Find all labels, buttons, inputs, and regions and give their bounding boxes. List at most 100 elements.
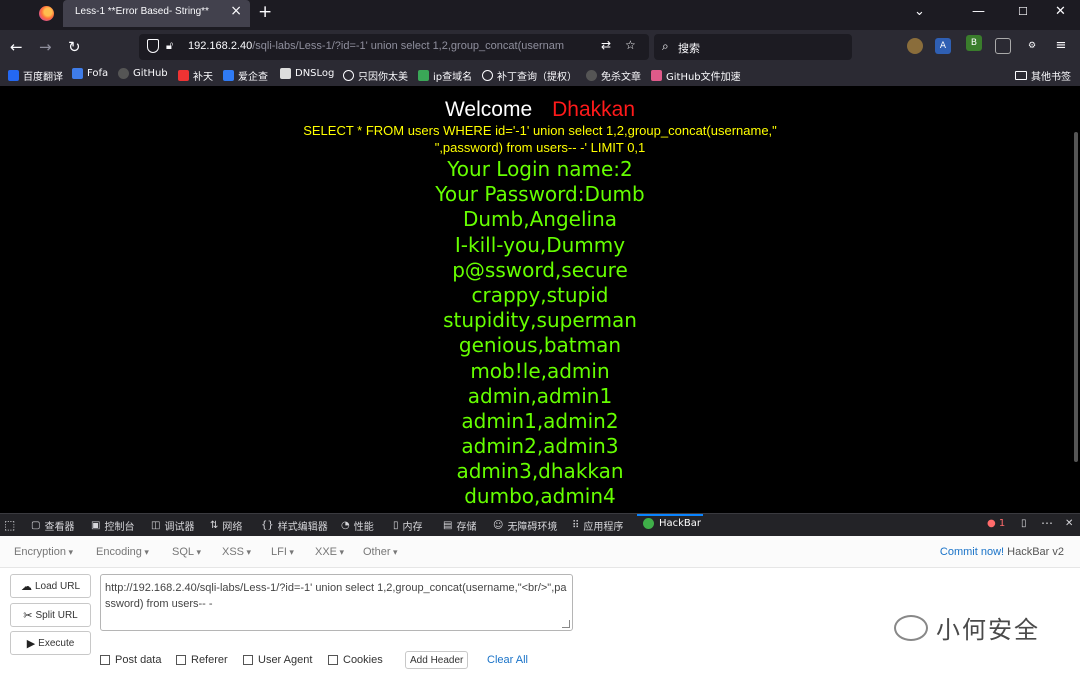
clear-all-link[interactable]: Clear All [487, 654, 528, 666]
menu-sql[interactable]: SQL [172, 546, 201, 558]
minimize-icon[interactable]: — [972, 4, 985, 19]
extensions-puzzle-icon[interactable]: ⚙ [1024, 38, 1040, 54]
window-close-icon[interactable]: ✕ [1055, 4, 1066, 19]
hackbar-menu: Encryption Encoding SQL XSS LFI XXE Othe… [0, 536, 1080, 568]
checkbox-icon[interactable] [328, 655, 338, 665]
cloud-download-icon: ☁ [20, 580, 32, 593]
tab-application[interactable]: ⠿ 应用程序 [572, 518, 623, 533]
debugger-icon: ◫ [151, 520, 161, 531]
more-options-icon[interactable]: ⋯ [1041, 516, 1053, 530]
close-icon[interactable]: × [230, 3, 242, 19]
extension-burp-icon[interactable]: B [966, 35, 982, 51]
tab-inspector[interactable]: ▢ 查看器 [31, 518, 74, 533]
play-circle-icon: ▶ [26, 637, 36, 650]
tab-performance[interactable]: ◔ 性能 [341, 518, 374, 533]
bookmark-item[interactable]: GitHub [118, 68, 168, 79]
tab-active[interactable]: Less-1 **Error Based- String** × [63, 0, 250, 27]
output-line: p@ssword,secure [452, 257, 628, 282]
bookmark-item[interactable]: 补丁查询（提权） [482, 68, 577, 83]
network-icon: ⇅ [210, 520, 219, 531]
firefox-logo-icon[interactable] [39, 6, 54, 21]
menu-hamburger-icon[interactable]: ≡ [1053, 38, 1069, 54]
bookmark-item[interactable]: 爱企查 [223, 68, 268, 83]
application-grid-icon: ⠿ [572, 520, 580, 531]
bookmark-item[interactable]: GitHub文件加速 [651, 68, 741, 83]
execute-button[interactable]: ▶ Execute [10, 631, 91, 655]
output-line: I-kill-you,Dummy [454, 232, 626, 257]
element-picker-icon[interactable]: ⬚ [4, 518, 15, 532]
menu-lfi[interactable]: LFI [271, 546, 294, 558]
url-text[interactable]: 192.168.2.40/sqli-labs/Less-1/?id=-1' un… [188, 40, 592, 52]
tab-network[interactable]: ⇅ 网络 [210, 518, 242, 533]
tab-accessibility[interactable]: ☺ 无障碍环境 [493, 518, 557, 533]
checkbox-icon[interactable] [100, 655, 110, 665]
tab-hackbar[interactable]: HackBar [643, 518, 701, 529]
page-scrollbar[interactable] [1074, 132, 1078, 462]
resize-handle-icon[interactable] [562, 620, 570, 628]
menu-xxe[interactable]: XXE [315, 546, 344, 558]
hackbar-panel: Encryption Encoding SQL XSS LFI XXE Othe… [0, 536, 1080, 675]
referer-checkbox[interactable]: Referer [176, 654, 228, 666]
bookmark-item[interactable]: 百度翻译 [8, 68, 63, 83]
forward-arrow-icon[interactable]: → [39, 38, 52, 56]
close-devtools-icon[interactable]: ✕ [1065, 518, 1073, 529]
url-textarea[interactable]: http://192.168.2.40/sqli-labs/Less-1/?id… [100, 574, 573, 631]
bookmark-star-icon[interactable]: ☆ [625, 38, 636, 52]
menu-xss[interactable]: XSS [222, 546, 251, 558]
add-header-button[interactable]: Add Header [405, 651, 469, 669]
reload-icon[interactable]: ↻ [68, 38, 81, 56]
tab-debugger[interactable]: ◫ 调试器 [151, 518, 194, 533]
url-bar[interactable]: 🔓︎ 192.168.2.40/sqli-labs/Less-1/?id=-1'… [139, 34, 649, 60]
scissors-icon: ✂ [23, 609, 33, 622]
search-bar[interactable]: ⌕ 搜索 [654, 34, 852, 60]
extension-proxy-icon[interactable] [995, 38, 1011, 54]
hackbar-logo-icon [643, 518, 654, 529]
checkbox-icon[interactable] [176, 655, 186, 665]
new-tab-icon[interactable]: + [258, 2, 272, 22]
bookmark-item[interactable]: 补天 [178, 68, 213, 83]
extension-translate-icon[interactable]: A [935, 38, 951, 54]
menu-other[interactable]: Other [363, 546, 398, 558]
output-line: genious,batman [458, 333, 622, 358]
tab-console[interactable]: ▣ 控制台 [91, 518, 134, 533]
user-agent-checkbox[interactable]: User Agent [243, 654, 312, 666]
aiqicha-icon [223, 70, 234, 81]
menu-encoding[interactable]: Encoding [96, 546, 149, 558]
split-url-button[interactable]: ✂ Split URL [10, 603, 91, 627]
menu-encryption[interactable]: Encryption [14, 546, 73, 558]
tab-list-chevron-down-icon[interactable]: ⌄ [914, 4, 925, 19]
load-url-button[interactable]: ☁ Load URL [10, 574, 91, 598]
dock-side-icon[interactable]: ▯ [1021, 518, 1027, 529]
tab-storage[interactable]: ▤ 存储 [443, 518, 476, 533]
other-bookmarks[interactable]: 其他书签 [1015, 68, 1071, 83]
bookmark-item[interactable]: 只因你太美 [343, 68, 408, 83]
translate-icon[interactable]: ⇄ [601, 38, 611, 52]
bookmark-item[interactable]: Fofa [72, 68, 108, 79]
output-line: mob!le,admin [470, 358, 610, 383]
github-icon [118, 68, 129, 79]
post-data-checkbox[interactable]: Post data [100, 654, 161, 666]
cookies-checkbox[interactable]: Cookies [328, 654, 383, 666]
folder-icon [1015, 71, 1027, 80]
console-icon: ▣ [91, 520, 101, 531]
bookmark-item[interactable]: DNSLog [280, 68, 334, 79]
insecure-lock-icon[interactable]: 🔓︎ [166, 39, 173, 53]
checkbox-icon[interactable] [243, 655, 253, 665]
wechat-logo-icon [894, 614, 928, 641]
tab-memory[interactable]: ▯ 内存 [393, 518, 423, 533]
globe-icon [343, 70, 354, 81]
extension-avatar-icon[interactable] [907, 38, 923, 54]
bookmark-item[interactable]: 免杀文章 [586, 68, 641, 83]
back-arrow-icon[interactable]: ← [10, 38, 23, 56]
baidu-translate-icon [8, 70, 19, 81]
bookmark-item[interactable]: ip查域名 [418, 68, 472, 83]
commit-now-link[interactable]: Commit now! HackBar v2 [940, 546, 1064, 558]
maximize-icon[interactable]: ☐ [1018, 5, 1028, 18]
search-icon: ⌕ [662, 39, 669, 53]
tab-style-editor[interactable]: {} 样式编辑器 [261, 518, 328, 533]
shield-icon[interactable] [147, 39, 159, 53]
welcome-text: Welcome [444, 98, 533, 121]
watermark: 小何安全 [894, 610, 1040, 645]
error-count-badge[interactable]: ● 1 [987, 518, 1005, 529]
braces-icon: {} [261, 520, 274, 531]
